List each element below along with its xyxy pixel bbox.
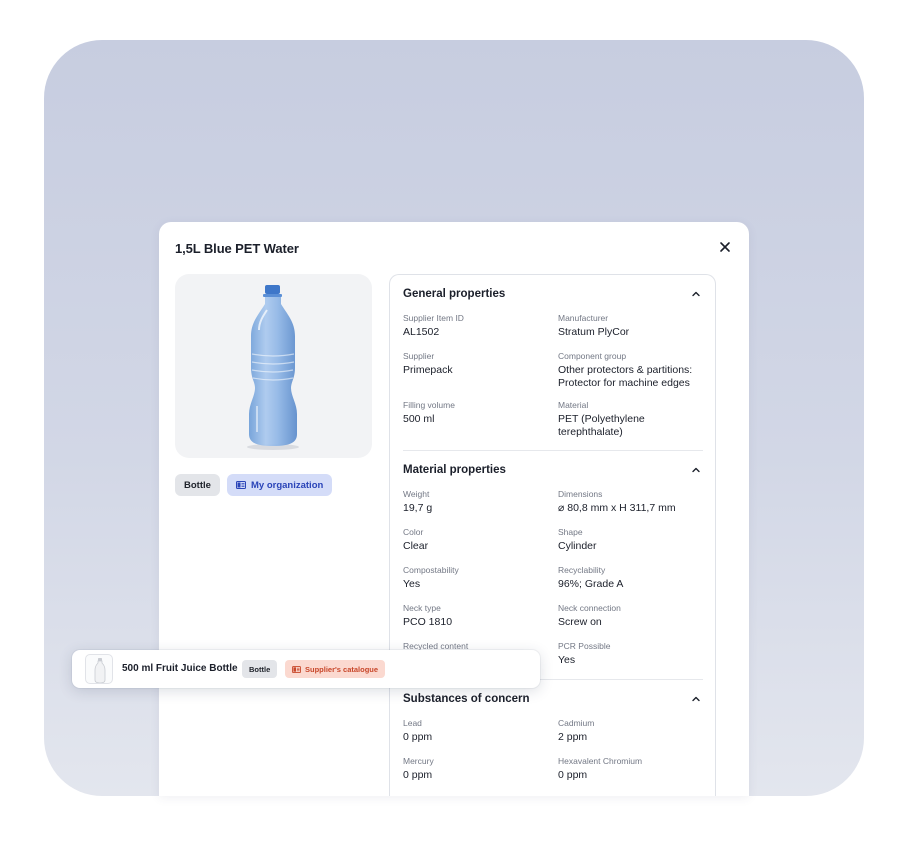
prop-label: Component group [558, 351, 627, 361]
prop-manufacturer: Manufacturer Stratum PlyCor [558, 313, 708, 339]
prop-compostability: Compostability Yes [403, 565, 553, 591]
section-title: General properties [403, 288, 506, 300]
chevron-up-icon[interactable] [691, 289, 701, 299]
close-icon[interactable] [717, 239, 733, 255]
prop-value: PCO 1810 [403, 616, 453, 628]
prop-label: Shape [558, 527, 583, 537]
prop-value: Primepack [403, 364, 453, 376]
prop-label: Cadmium [558, 718, 595, 728]
prop-value: ⌀ 80,8 mm x H 311,7 mm [558, 502, 676, 514]
section-divider [403, 450, 703, 451]
prop-value: 0 ppm [558, 769, 588, 781]
item-type-tag: Bottle [242, 660, 278, 678]
prop-value: Clear [403, 540, 429, 552]
item-type-tag-label: Bottle [249, 664, 271, 674]
prop-label: Recyclability [558, 565, 606, 575]
properties-panel: General properties Supplier Item ID AL150… [389, 274, 716, 796]
prop-label: Manufacturer [558, 313, 609, 323]
prop-value: Stratum PlyCor [558, 326, 630, 338]
prop-pcr-possible: PCR Possible Yes [558, 641, 708, 667]
prop-value: Other protectors & partitions: Protector… [558, 364, 693, 389]
prop-label: Color [403, 527, 424, 537]
prop-label: Filling volume [403, 400, 455, 410]
item-source-tag: Supplier's catalogue [285, 660, 386, 678]
item-source-tag-label: Supplier's catalogue [305, 664, 379, 674]
section-title: Material properties [403, 464, 506, 476]
prop-value: 0 ppm [403, 731, 433, 743]
prop-material: Material PET (Polyethylene terephthalate) [558, 400, 668, 439]
prop-value: 19,7 g [403, 502, 433, 514]
general-properties-header[interactable]: General properties [403, 288, 703, 308]
prop-label: Compostability [403, 565, 459, 575]
prop-label: Lead [403, 718, 422, 728]
material-properties-section: Material properties [403, 464, 703, 484]
prop-label: Material [558, 400, 589, 410]
prop-lead: Lead 0 ppm [403, 718, 553, 744]
prop-value: Screw on [558, 616, 602, 628]
prop-value: 0 ppm [403, 769, 433, 781]
floating-item-card[interactable]: 500 ml Fruit Juice Bottle Bottle Supplie… [72, 650, 540, 688]
prop-label: Neck type [403, 603, 441, 613]
substances-section: Substances of concern [403, 693, 703, 713]
product-image [175, 274, 372, 458]
prop-dimensions: Dimensions ⌀ 80,8 mm x H 311,7 mm [558, 489, 708, 515]
substances-header[interactable]: Substances of concern [403, 693, 703, 713]
modal-title: 1,5L Blue PET Water [175, 241, 299, 256]
prop-value: Yes [558, 654, 576, 666]
prop-label: Neck connection [558, 603, 621, 613]
owner-tag: My organization [227, 474, 333, 496]
prop-mercury: Mercury 0 ppm [403, 756, 553, 782]
prop-label: Supplier [403, 351, 435, 361]
owner-tag-label: My organization [251, 479, 324, 491]
chevron-up-icon[interactable] [691, 694, 701, 704]
prop-component-group: Component group Other protectors & partit… [558, 351, 703, 390]
prop-weight: Weight 19,7 g [403, 489, 553, 515]
prop-neck-type: Neck type PCO 1810 [403, 603, 553, 629]
prop-cadmium: Cadmium 2 ppm [558, 718, 708, 744]
type-tag-label: Bottle [184, 479, 211, 491]
prop-value: AL1502 [403, 326, 440, 338]
prop-label: Hexavalent Chromium [558, 756, 643, 766]
prop-label: PCR Possible [558, 641, 611, 651]
prop-label: Weight [403, 489, 430, 499]
product-detail-modal: 1,5L Blue PET Water Bottle My organizati… [159, 222, 749, 796]
prop-value: PET (Polyethylene terephthalate) [558, 413, 645, 438]
prop-supplier: Supplier Primepack [403, 351, 553, 377]
prop-value: 96%; Grade A [558, 578, 624, 590]
bottle-thumbnail-icon [94, 658, 106, 683]
prop-neck-connection: Neck connection Screw on [558, 603, 708, 629]
chevron-up-icon[interactable] [691, 465, 701, 475]
general-properties-section: General properties [403, 288, 703, 308]
material-properties-header[interactable]: Material properties [403, 464, 703, 484]
prop-value: Cylinder [558, 540, 597, 552]
prop-value: Yes [403, 578, 421, 590]
section-title: Substances of concern [403, 693, 530, 705]
item-title: 500 ml Fruit Juice Bottle [122, 663, 238, 674]
prop-supplier-item-id: Supplier Item ID AL1502 [403, 313, 553, 339]
prop-label: Dimensions [558, 489, 603, 499]
catalog-icon [236, 481, 246, 489]
catalog-icon [292, 665, 301, 673]
item-thumbnail [85, 654, 113, 684]
prop-shape: Shape Cylinder [558, 527, 708, 553]
prop-label: Mercury [403, 756, 434, 766]
prop-color: Color Clear [403, 527, 553, 553]
prop-value: 2 ppm [558, 731, 588, 743]
prop-value: 500 ml [403, 413, 435, 425]
prop-filling-volume: Filling volume 500 ml [403, 400, 553, 426]
type-tag: Bottle [175, 474, 220, 496]
bottle-illustration [247, 285, 299, 450]
prop-hexavalent-chromium: Hexavalent Chromium 0 ppm [558, 756, 708, 782]
prop-label: Supplier Item ID [403, 313, 464, 323]
prop-recyclability: Recyclability 96%; Grade A [558, 565, 708, 591]
